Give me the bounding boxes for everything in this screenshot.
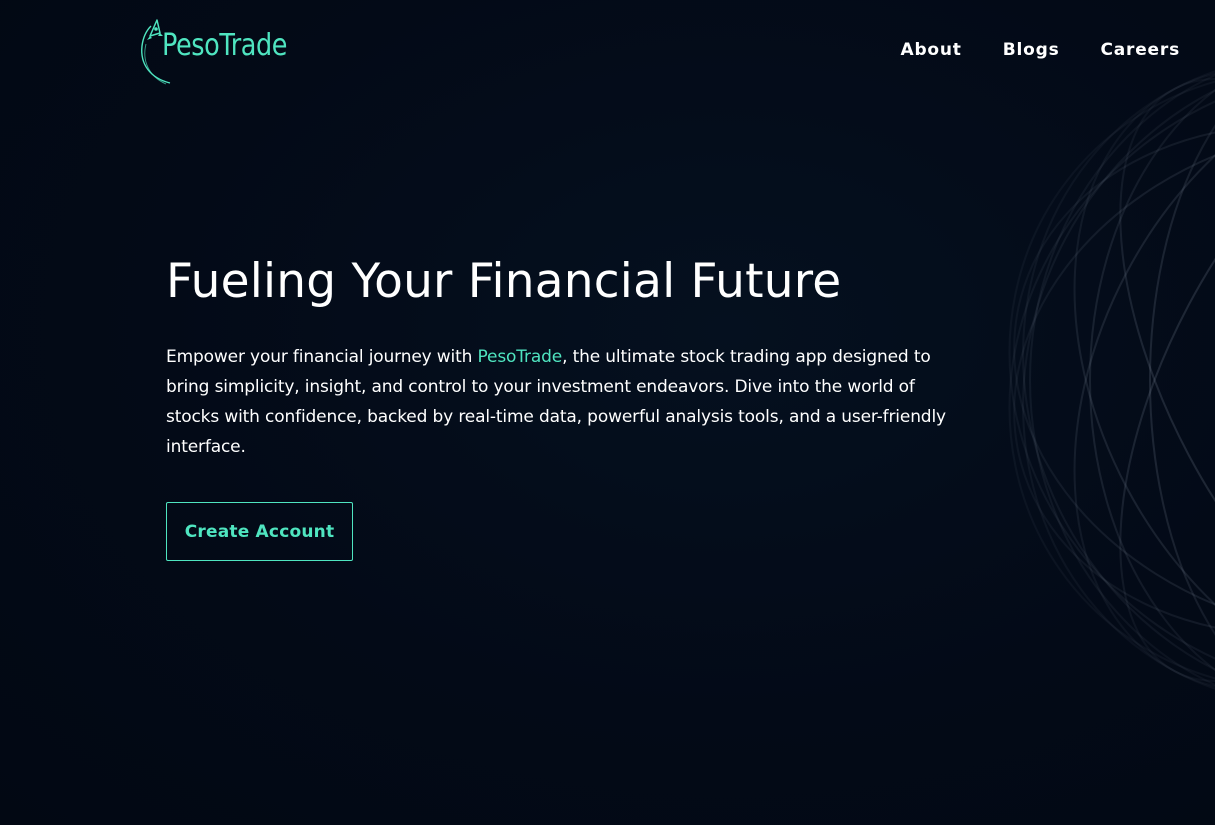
brand-logo[interactable]: PesoTrade <box>136 16 316 88</box>
hero-description-intro: Empower your financial journey with <box>166 347 478 367</box>
hero-title: Fueling Your Financial Future <box>166 254 842 309</box>
hero-brand-highlight: PesoTrade <box>477 347 563 367</box>
landing-page: PesoTrade About Blogs Careers Fueling Yo… <box>0 0 1215 825</box>
create-account-button[interactable]: Create Account <box>166 502 353 561</box>
brand-name: PesoTrade <box>162 28 288 63</box>
nav-link-about[interactable]: About <box>901 38 962 62</box>
nav-link-blogs[interactable]: Blogs <box>1003 38 1060 62</box>
main-nav: About Blogs Careers <box>901 38 1181 62</box>
hero-description: Empower your financial journey with Peso… <box>166 342 946 462</box>
nav-link-careers[interactable]: Careers <box>1101 38 1181 62</box>
